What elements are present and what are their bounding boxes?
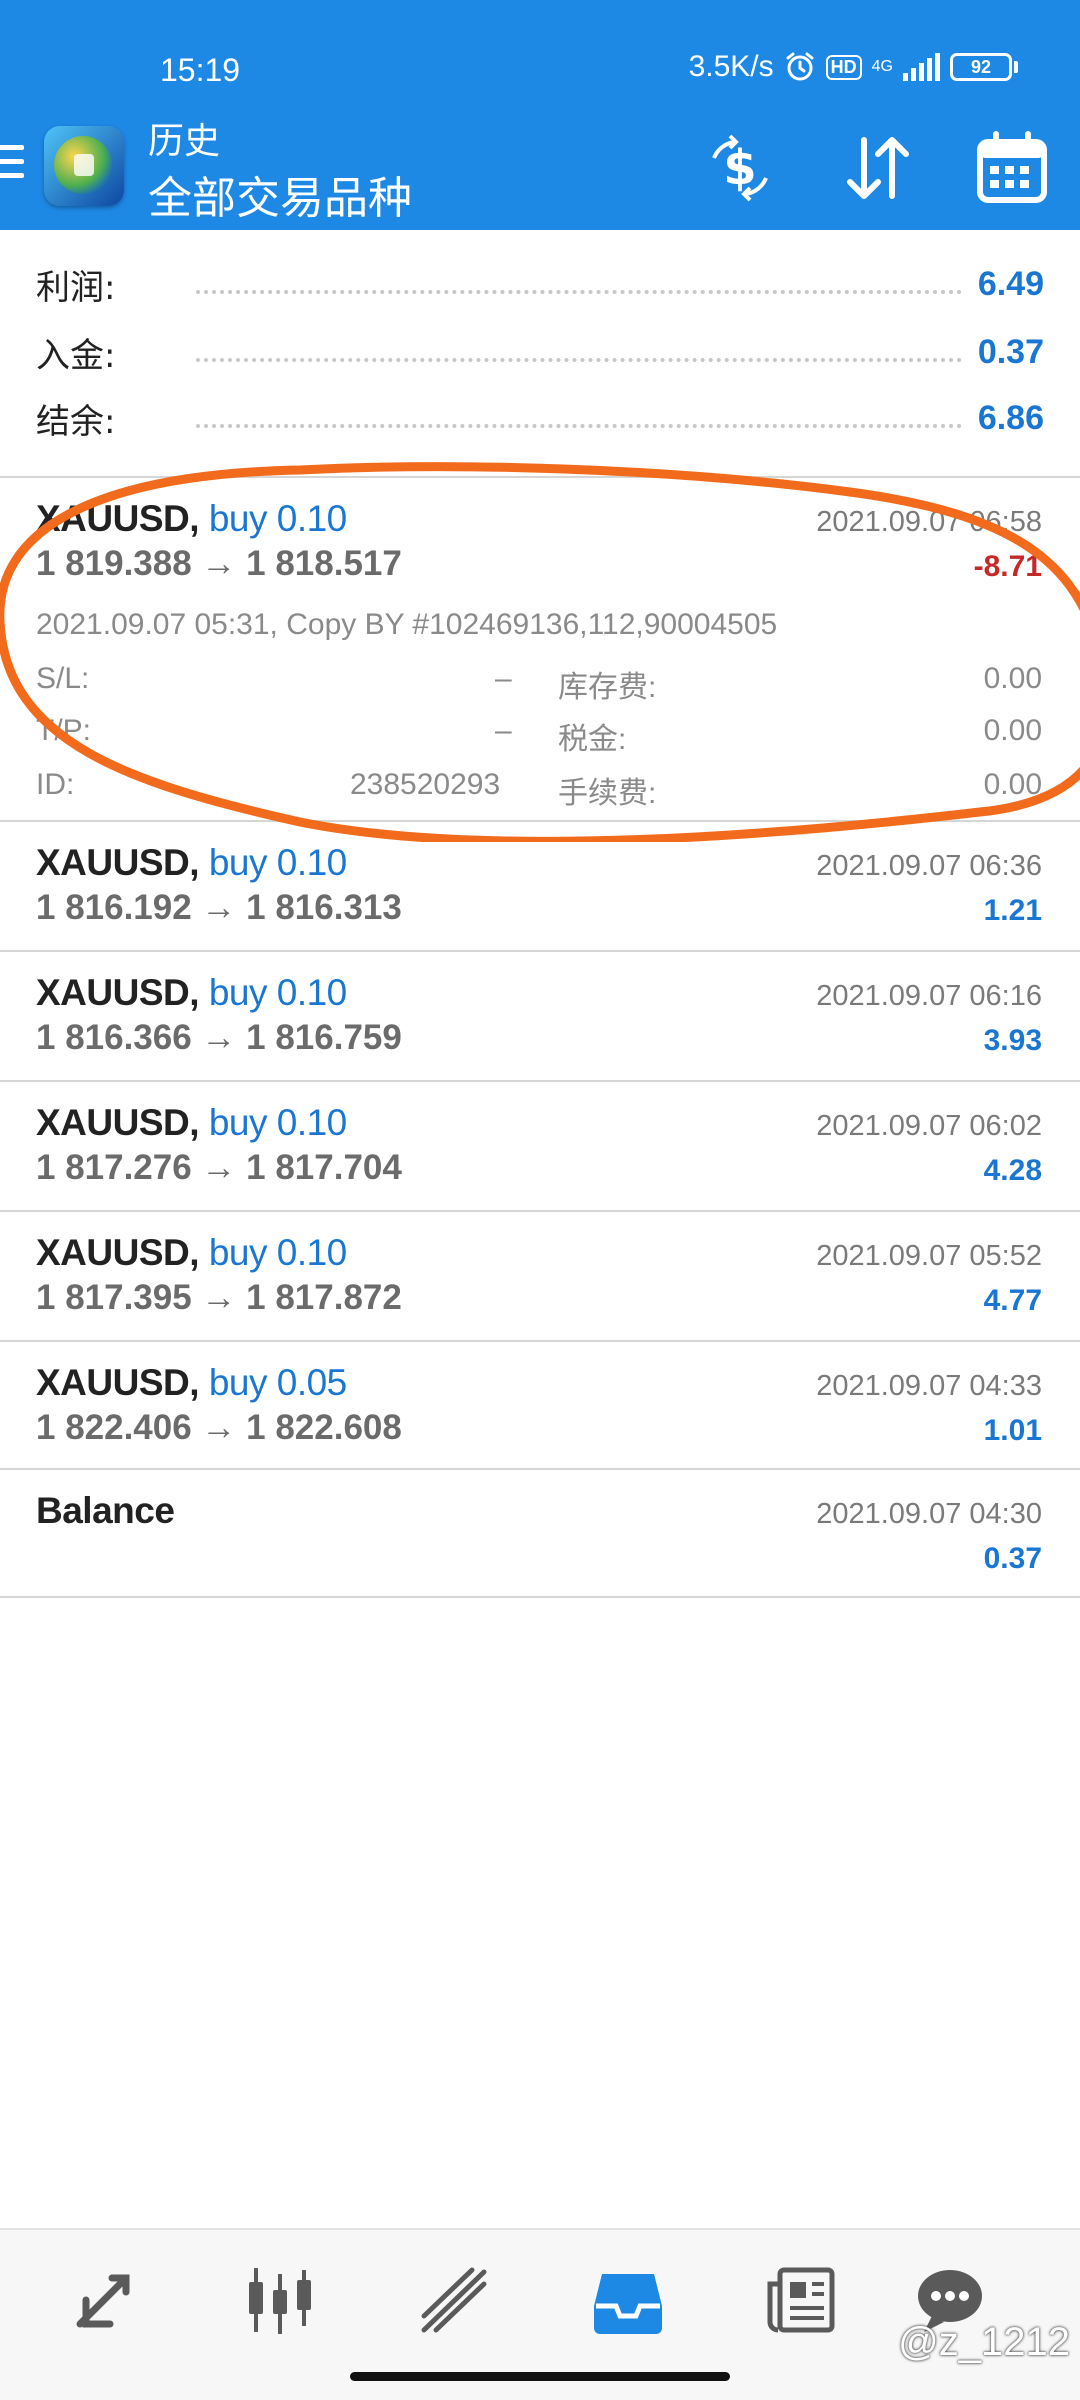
tp-value: –	[495, 714, 512, 747]
divider	[0, 1596, 1080, 1598]
battery-icon: 92	[950, 53, 1018, 81]
metatrader-logo	[44, 126, 124, 206]
balance-value: 6.86	[977, 398, 1044, 437]
trade-side: buy 0.10	[208, 972, 347, 1013]
dollar-exchange-icon[interactable]: $	[700, 128, 780, 208]
trade-symbol: XAUUSD, buy 0.10	[36, 498, 347, 539]
trade-datetime: 2021.09.07 06:36	[816, 850, 1042, 882]
swap-label: 库存费:	[558, 671, 657, 704]
network-type: 4G	[871, 58, 893, 75]
balance-op-datetime: 2021.09.07 04:30	[816, 1498, 1042, 1530]
dot-leader	[196, 342, 962, 362]
history-icon[interactable]	[588, 2260, 668, 2340]
watermark: @z_1212	[898, 2320, 1070, 2364]
profit-row: 利润: 6.49	[36, 254, 1044, 314]
trade-profit: 1.01	[983, 1414, 1042, 1447]
trade-side: buy 0.10	[208, 1232, 347, 1273]
trade-profit: 3.93	[983, 1024, 1042, 1057]
profit-label: 利润:	[36, 267, 116, 308]
commission-label: 手续费:	[558, 777, 657, 810]
summary-panel: 利润: 6.49 入金: 0.37 结余: 6.86	[0, 230, 1080, 476]
chart-icon[interactable]	[240, 2260, 320, 2340]
sl-label: S/L:	[36, 662, 90, 695]
dot-leader	[196, 274, 962, 294]
balance-op-label: Balance	[36, 1490, 175, 1531]
trade-row[interactable]: XAUUSD, buy 0.10 1 816.366 → 1 816.759 2…	[0, 952, 1080, 1080]
trade-row[interactable]: XAUUSD, buy 0.05 1 822.406 → 1 822.608 2…	[0, 1342, 1080, 1468]
balance-operation-row[interactable]: Balance 2021.09.07 04:30 0.37	[0, 1470, 1080, 1596]
trade-symbol: XAUUSD, buy 0.10	[36, 1102, 347, 1143]
page-title: 历史	[148, 121, 221, 162]
sl-value: –	[495, 662, 512, 695]
trade-symbol: XAUUSD, buy 0.10	[36, 842, 347, 883]
trade-datetime: 2021.09.07 06:58	[816, 506, 1042, 538]
trade-prices: 1 816.366 → 1 816.759	[36, 1018, 402, 1057]
hd-badge: HD	[825, 54, 862, 80]
trade-profit: -8.71	[973, 550, 1042, 583]
symbol-filter[interactable]: 全部交易品种	[148, 162, 412, 226]
trade-side: buy 0.10	[208, 498, 347, 539]
dot-leader	[196, 408, 962, 428]
calendar-icon[interactable]	[972, 128, 1052, 208]
trade-prices: 1 817.276 → 1 817.704	[36, 1148, 402, 1187]
swap-value: 0.00	[983, 662, 1042, 695]
sort-icon[interactable]	[838, 128, 918, 208]
home-indicator[interactable]	[350, 2372, 730, 2381]
trade-side: buy 0.10	[208, 842, 347, 883]
trade-datetime: 2021.09.07 06:16	[816, 980, 1042, 1012]
tp-label: T/P:	[36, 714, 92, 747]
deposit-row: 入金: 0.37	[36, 322, 1044, 382]
trade-profit: 1.21	[983, 894, 1042, 927]
quotes-icon[interactable]	[66, 2260, 146, 2340]
balance-row: 结余: 6.86	[36, 388, 1044, 448]
trade-symbol: XAUUSD, buy 0.05	[36, 1362, 347, 1403]
trade-side: buy 0.10	[208, 1102, 347, 1143]
trade-datetime: 2021.09.07 06:02	[816, 1110, 1042, 1142]
trade-prices: 1 819.388 → 1 818.517	[36, 544, 402, 583]
id-label: ID:	[36, 768, 75, 801]
trade-icon[interactable]	[414, 2260, 494, 2340]
trade-datetime: 2021.09.07 04:33	[816, 1370, 1042, 1402]
trade-datetime: 2021.09.07 05:52	[816, 1240, 1042, 1272]
commission-value: 0.00	[983, 768, 1042, 801]
signal-icon	[903, 53, 940, 81]
deposit-value: 0.37	[977, 332, 1044, 371]
trade-row[interactable]: XAUUSD, buy 0.10 1 817.276 → 1 817.704 2…	[0, 1082, 1080, 1210]
trade-prices: 1 816.192 → 1 816.313	[36, 888, 402, 927]
status-time: 15:19	[160, 52, 241, 88]
status-bar-right: 3.5K/s HD 4G 92	[689, 50, 1018, 84]
deposit-label: 入金:	[36, 335, 116, 376]
trade-row[interactable]: XAUUSD, buy 0.10 1 816.192 → 1 816.313 2…	[0, 822, 1080, 950]
trade-profit: 4.77	[983, 1284, 1042, 1317]
svg-text:$: $	[723, 140, 756, 196]
tax-value: 0.00	[983, 714, 1042, 747]
trade-symbol: XAUUSD, buy 0.10	[36, 972, 347, 1013]
trade-row-expanded[interactable]: XAUUSD, buy 0.10 1 819.388 → 1 818.517 2…	[0, 478, 1080, 820]
balance-label: 结余:	[36, 401, 116, 442]
trade-prices: 1 822.406 → 1 822.608	[36, 1408, 402, 1447]
news-icon[interactable]	[762, 2260, 842, 2340]
app-header: 15:19 3.5K/s HD 4G 92 历史 全部交易品种 $	[0, 0, 1080, 230]
id-value: 238520293	[350, 768, 501, 801]
trade-prices: 1 817.395 → 1 817.872	[36, 1278, 402, 1317]
profit-value: 6.49	[977, 264, 1044, 303]
trade-comment: 2021.09.07 05:31, Copy BY #102469136,112…	[36, 608, 778, 641]
net-speed: 3.5K/s	[688, 50, 774, 83]
balance-op-amount: 0.37	[983, 1542, 1042, 1575]
trade-profit: 4.28	[983, 1154, 1042, 1187]
battery-level: 92	[950, 53, 1012, 81]
trade-symbol: XAUUSD, buy 0.10	[36, 1232, 347, 1273]
tax-label: 税金:	[558, 723, 627, 756]
menu-icon[interactable]	[0, 145, 24, 187]
alarm-icon	[786, 52, 814, 81]
trade-row[interactable]: XAUUSD, buy 0.10 1 817.395 → 1 817.872 2…	[0, 1212, 1080, 1340]
trade-side: buy 0.05	[208, 1362, 347, 1403]
